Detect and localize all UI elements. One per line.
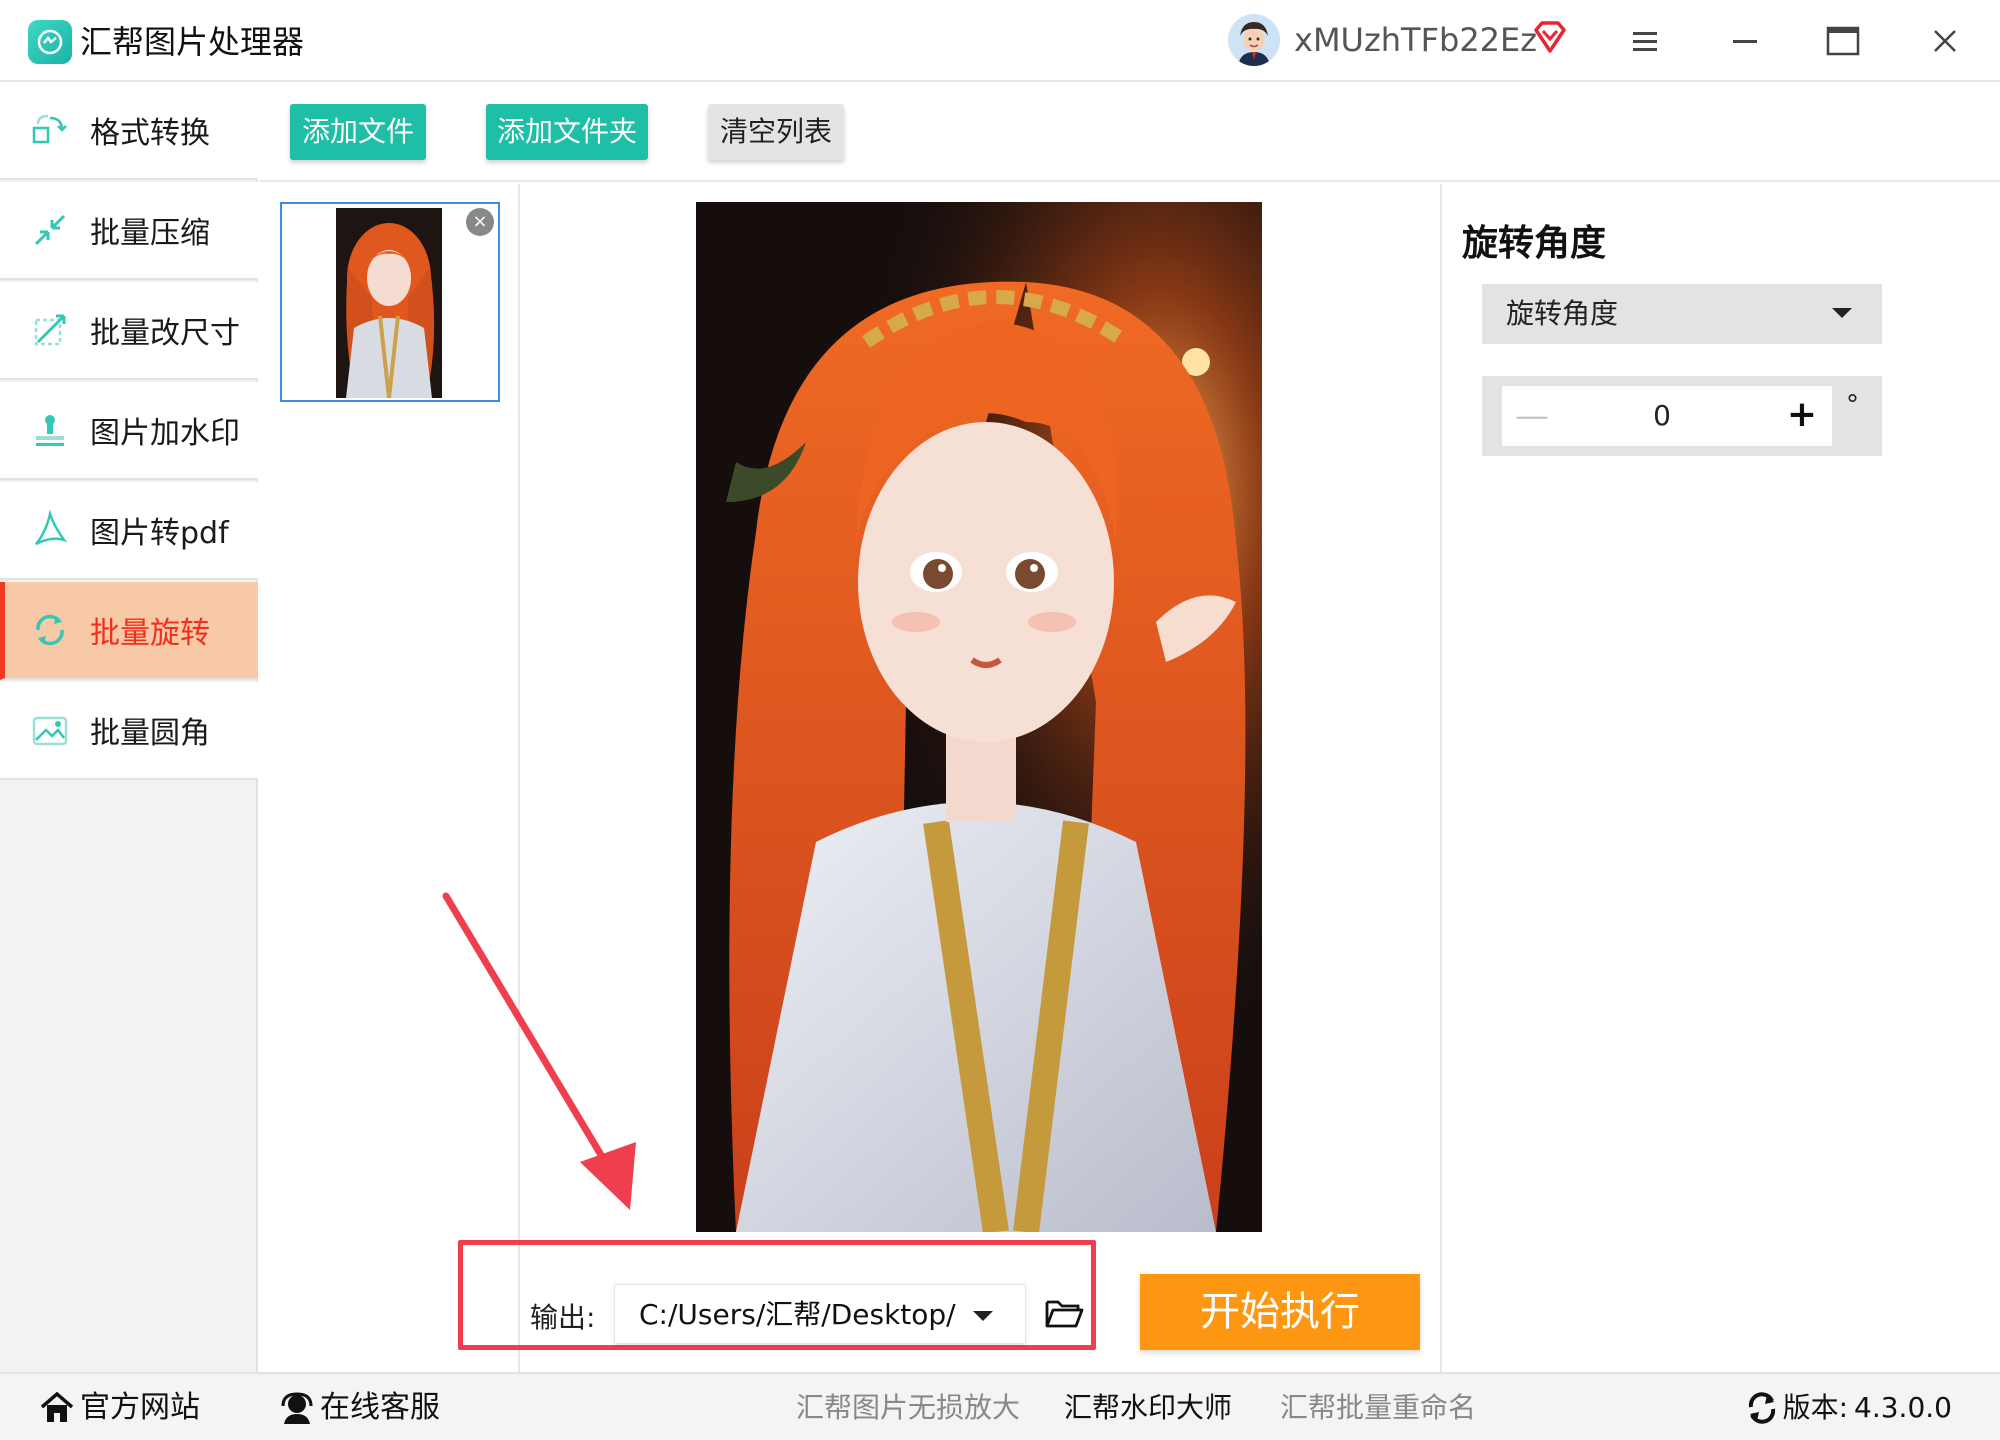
app-title: 汇帮图片处理器 bbox=[80, 23, 305, 61]
thumbnail-image bbox=[336, 208, 442, 398]
toolbar: 添加文件 添加文件夹 清空列表 bbox=[260, 82, 2000, 182]
minimize-icon[interactable] bbox=[1720, 18, 1770, 64]
settings-panel: 旋转角度 旋转角度 — + ° bbox=[1440, 184, 2000, 1372]
preview-image bbox=[696, 202, 1262, 1232]
footer-link-watermark[interactable]: 汇帮水印大师 bbox=[1064, 1374, 1232, 1440]
title-bar: 汇帮图片处理器 xMUzhTFb22Ez bbox=[0, 0, 2000, 82]
user-avatar[interactable] bbox=[1228, 14, 1280, 66]
decrement-button[interactable]: — bbox=[1502, 386, 1562, 446]
increment-button[interactable]: + bbox=[1772, 386, 1832, 446]
sidebar: 格式转换 批量压缩 批量改尺寸 图片加水印 图片转pdf 批量旋转 批量圆角 bbox=[0, 82, 258, 1372]
footer-link-upscale[interactable]: 汇帮图片无损放大 bbox=[796, 1374, 1020, 1440]
angle-input[interactable] bbox=[1562, 386, 1762, 446]
rounded-corner-icon bbox=[32, 716, 68, 746]
vip-diamond-icon[interactable] bbox=[1532, 20, 1568, 54]
add-folder-button[interactable]: 添加文件夹 bbox=[486, 104, 648, 160]
sidebar-item-label: 图片加水印 bbox=[90, 416, 240, 451]
version-info: 版本: 4.3.0.0 bbox=[1745, 1374, 1952, 1440]
add-file-button[interactable]: 添加文件 bbox=[290, 104, 426, 160]
output-label: 输出: bbox=[530, 1301, 596, 1334]
start-button[interactable]: 开始执行 bbox=[1140, 1274, 1420, 1350]
clear-list-button[interactable]: 清空列表 bbox=[708, 104, 844, 160]
customer-service-icon bbox=[281, 1392, 313, 1424]
maximize-icon[interactable] bbox=[1818, 18, 1868, 64]
sidebar-item-label: 批量圆角 bbox=[90, 716, 210, 751]
format-convert-icon bbox=[32, 114, 67, 144]
home-icon bbox=[40, 1392, 74, 1422]
version-label: 版本: bbox=[1782, 1391, 1849, 1424]
annotation-arrow bbox=[442, 892, 636, 1210]
app-logo-icon bbox=[28, 20, 72, 64]
sidebar-item-compress[interactable]: 批量压缩 bbox=[0, 182, 258, 280]
sidebar-item-label: 批量旋转 bbox=[90, 616, 210, 651]
thumbnail-item[interactable]: × bbox=[280, 202, 500, 402]
angle-stepper-container: — + ° bbox=[1482, 376, 1882, 456]
sidebar-item-watermark[interactable]: 图片加水印 bbox=[0, 382, 258, 480]
remove-thumbnail-icon[interactable]: × bbox=[466, 208, 494, 236]
dropdown-arrow-icon bbox=[1832, 308, 1852, 318]
official-site-link[interactable]: 官方网站 bbox=[40, 1374, 200, 1440]
menu-icon[interactable] bbox=[1620, 18, 1670, 64]
sidebar-item-label: 批量改尺寸 bbox=[90, 316, 240, 351]
rotate-icon bbox=[36, 614, 64, 646]
watermark-icon bbox=[36, 415, 64, 446]
pdf-icon bbox=[35, 510, 68, 546]
resize-icon bbox=[34, 314, 66, 346]
preview-area bbox=[522, 184, 1440, 1372]
sidebar-item-rounded-corner[interactable]: 批量圆角 bbox=[0, 682, 258, 780]
close-icon[interactable] bbox=[1920, 18, 1970, 64]
sidebar-item-label: 图片转pdf bbox=[90, 516, 229, 551]
angle-stepper: — + bbox=[1502, 386, 1832, 446]
folder-open-icon[interactable] bbox=[1044, 1296, 1084, 1330]
sidebar-item-label: 批量压缩 bbox=[90, 216, 210, 251]
compress-icon bbox=[34, 214, 66, 246]
degree-unit: ° bbox=[1846, 390, 1859, 420]
dropdown-arrow-icon bbox=[973, 1311, 993, 1321]
sidebar-item-label: 格式转换 bbox=[90, 116, 210, 151]
settings-title: 旋转角度 bbox=[1462, 223, 1607, 264]
output-path-value: C:/Users/汇帮/Desktop/ bbox=[639, 1298, 956, 1331]
footer: 官方网站 在线客服 汇帮图片无损放大 汇帮水印大师 汇帮批量重命名 版本: 4.… bbox=[0, 1372, 2000, 1440]
rotation-select-value: 旋转角度 bbox=[1506, 297, 1619, 330]
footer-link-rename[interactable]: 汇帮批量重命名 bbox=[1280, 1374, 1476, 1440]
username[interactable]: xMUzhTFb22Ez bbox=[1294, 18, 1537, 62]
rotation-select[interactable]: 旋转角度 bbox=[1482, 284, 1882, 344]
refresh-icon[interactable] bbox=[1745, 1391, 1779, 1425]
sidebar-item-resize[interactable]: 批量改尺寸 bbox=[0, 282, 258, 380]
output-path-select[interactable]: C:/Users/汇帮/Desktop/ bbox=[614, 1284, 1026, 1344]
version-value: 4.3.0.0 bbox=[1854, 1391, 1952, 1424]
sidebar-item-format-convert[interactable]: 格式转换 bbox=[0, 82, 258, 180]
official-site-label: 官方网站 bbox=[80, 1390, 200, 1425]
sidebar-item-pdf[interactable]: 图片转pdf bbox=[0, 482, 258, 580]
sidebar-item-rotate[interactable]: 批量旋转 bbox=[0, 582, 258, 680]
online-service-link[interactable]: 在线客服 bbox=[280, 1374, 440, 1440]
online-service-label: 在线客服 bbox=[320, 1390, 440, 1425]
